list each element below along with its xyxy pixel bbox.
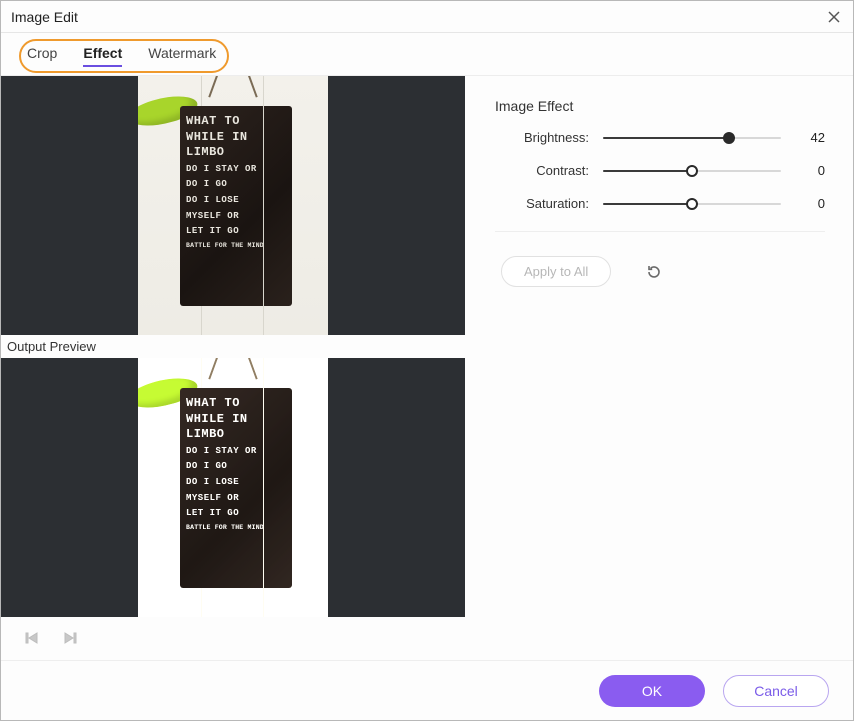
image-edit-dialog: Image Edit Crop Effect Watermark WHAT TO: [0, 0, 854, 721]
tabs-bar: Crop Effect Watermark: [1, 33, 853, 76]
reset-icon[interactable]: [645, 263, 663, 281]
brightness-row: Brightness: 42: [495, 130, 825, 145]
saturation-label: Saturation:: [495, 196, 595, 211]
sign-line: MYSELF OR: [186, 493, 239, 503]
preview-column: WHAT TO WHILE IN LIMBO DO I STAY OR DO I…: [1, 76, 465, 660]
sign-line: WHILE IN: [186, 130, 248, 144]
sign-line: DO I STAY OR: [186, 446, 257, 456]
tab-effect[interactable]: Effect: [83, 45, 122, 67]
sign-line: DO I GO: [186, 461, 227, 471]
contrast-slider[interactable]: [603, 164, 781, 178]
original-preview: WHAT TO WHILE IN LIMBO DO I STAY OR DO I…: [1, 76, 465, 335]
previous-icon[interactable]: [23, 629, 41, 647]
sign-line: BATTLE FOR THE MIND: [186, 242, 286, 250]
saturation-slider[interactable]: [603, 197, 781, 211]
sign-line: DO I STAY OR: [186, 164, 257, 174]
cancel-button[interactable]: Cancel: [723, 675, 829, 707]
sign-line: BATTLE FOR THE MIND: [186, 524, 286, 532]
sign-line: WHILE IN: [186, 412, 248, 426]
sign-line: LIMBO: [186, 145, 225, 159]
effects-panel: Image Effect Brightness: 42 Contrast: 0: [465, 76, 853, 660]
saturation-value: 0: [795, 196, 825, 211]
effects-divider: [495, 231, 825, 232]
preview-nav: [1, 617, 465, 647]
titlebar: Image Edit: [1, 1, 853, 33]
ok-button[interactable]: OK: [599, 675, 705, 707]
sign-line: LET IT GO: [186, 226, 239, 236]
sign-line: WHAT TO: [186, 396, 240, 410]
close-icon[interactable]: [825, 8, 843, 26]
sign-line: WHAT TO: [186, 114, 240, 128]
image-effect-heading: Image Effect: [495, 98, 825, 114]
dialog-footer: OK Cancel: [1, 660, 853, 720]
sign-line: DO I GO: [186, 179, 227, 189]
brightness-value: 42: [795, 130, 825, 145]
sign-line: DO I LOSE: [186, 477, 239, 487]
output-preview: WHAT TO WHILE IN LIMBO DO I STAY OR DO I…: [1, 358, 465, 617]
sign-board: WHAT TO WHILE IN LIMBO DO I STAY OR DO I…: [180, 388, 292, 588]
sign-line: MYSELF OR: [186, 211, 239, 221]
tab-watermark[interactable]: Watermark: [148, 45, 216, 65]
contrast-row: Contrast: 0: [495, 163, 825, 178]
window-title: Image Edit: [11, 9, 78, 25]
saturation-row: Saturation: 0: [495, 196, 825, 211]
tab-crop[interactable]: Crop: [27, 45, 57, 65]
contrast-label: Contrast:: [495, 163, 595, 178]
contrast-value: 0: [795, 163, 825, 178]
brightness-slider[interactable]: [603, 131, 781, 145]
next-icon[interactable]: [61, 629, 79, 647]
sign-line: DO I LOSE: [186, 195, 239, 205]
sign-board: WHAT TO WHILE IN LIMBO DO I STAY OR DO I…: [180, 106, 292, 306]
output-preview-label: Output Preview: [1, 335, 465, 358]
brightness-label: Brightness:: [495, 130, 595, 145]
sign-line: LET IT GO: [186, 508, 239, 518]
apply-to-all-button[interactable]: Apply to All: [501, 256, 611, 287]
sign-line: LIMBO: [186, 427, 225, 441]
